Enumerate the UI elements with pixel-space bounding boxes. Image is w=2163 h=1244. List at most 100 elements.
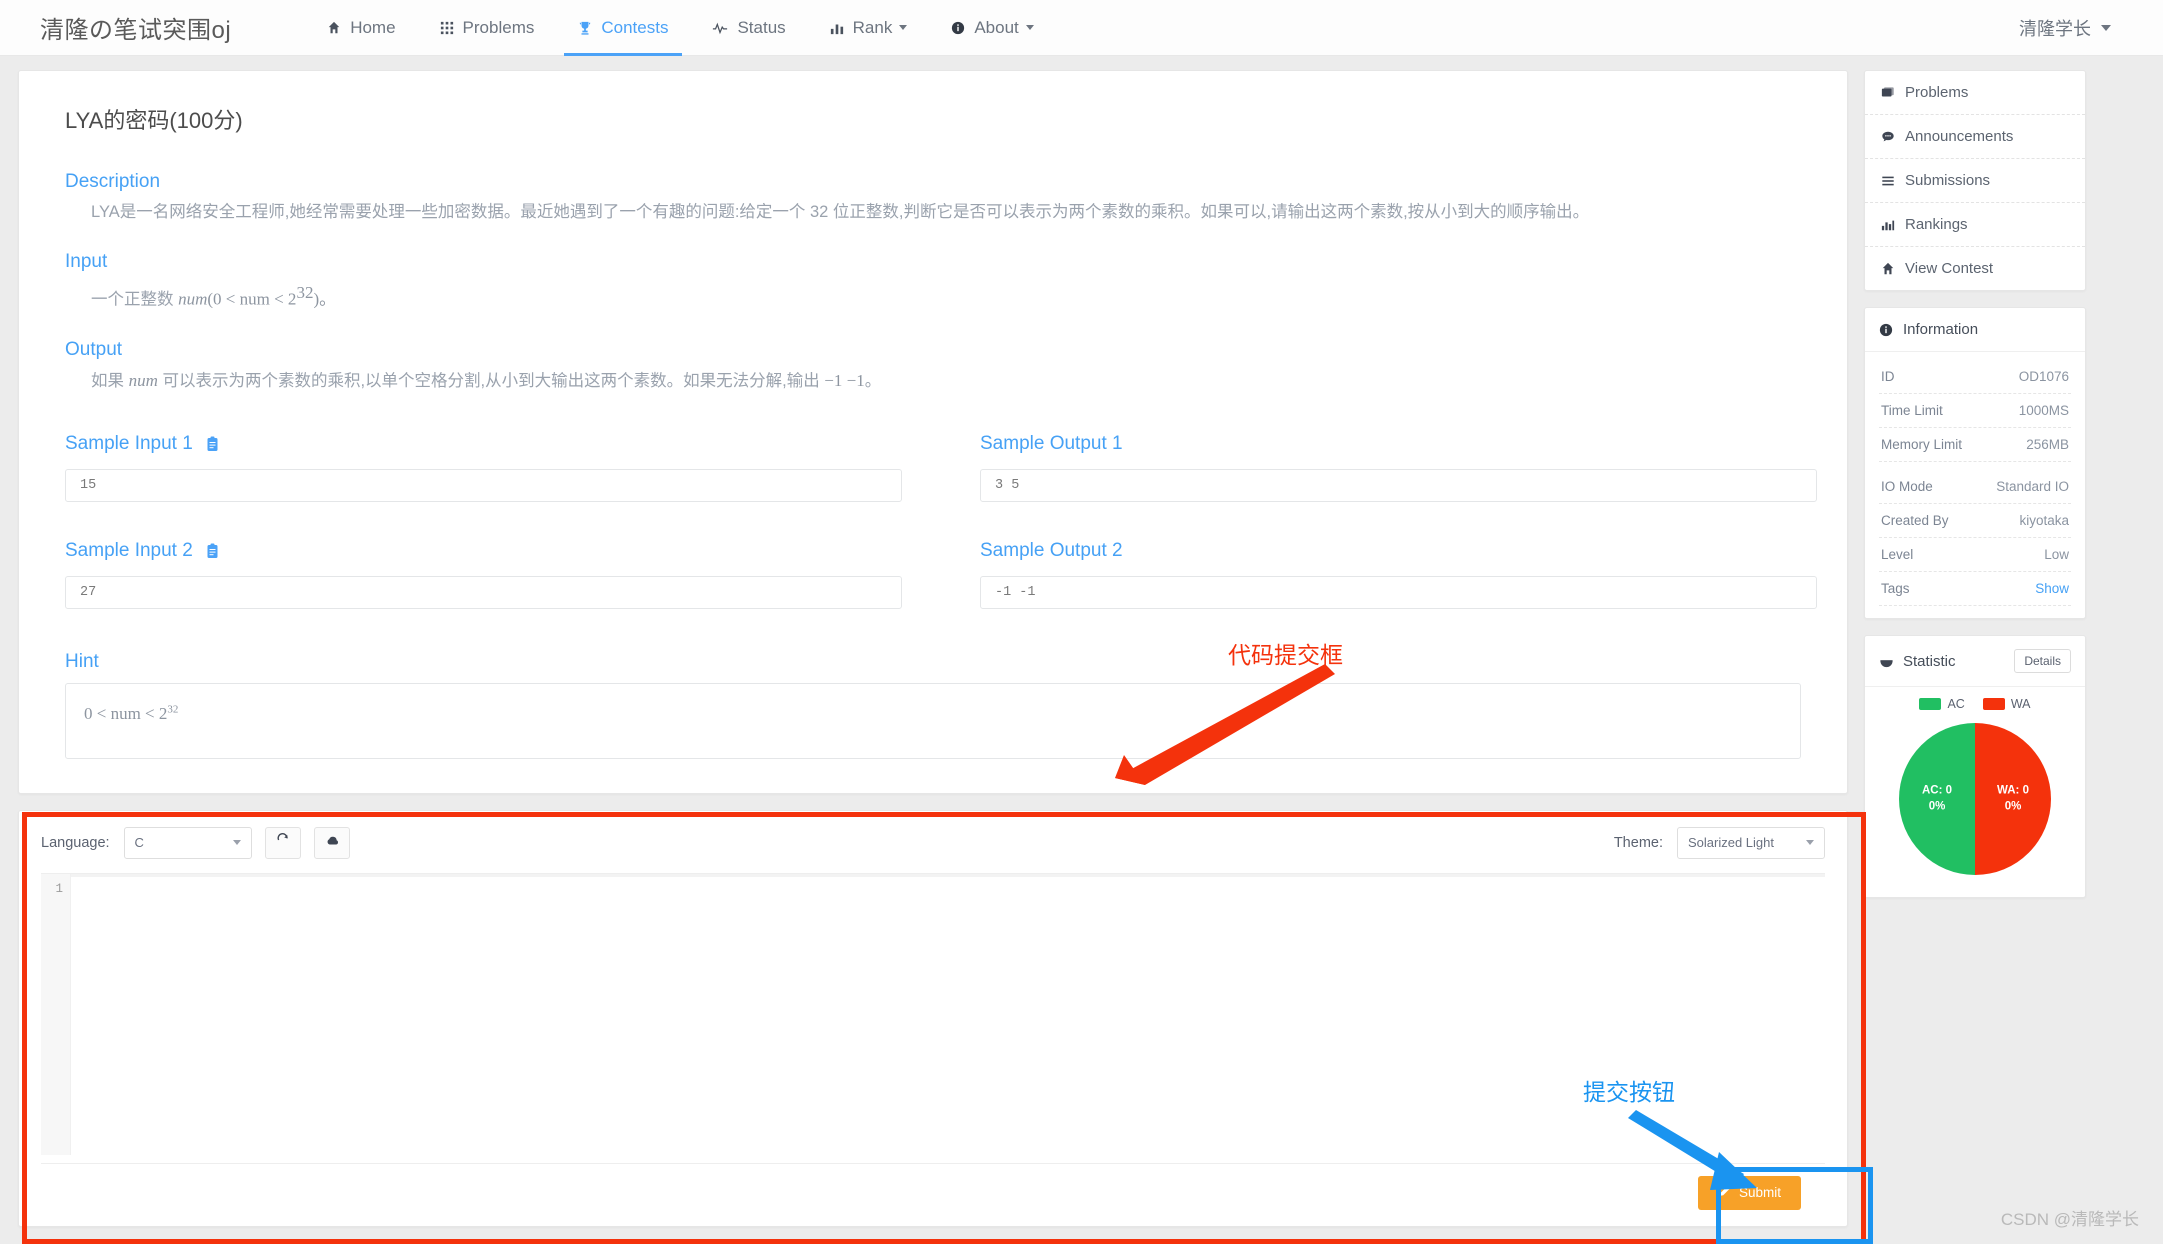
nav-item-status[interactable]: Status [690, 0, 807, 55]
nav-item-rank-label: Rank [853, 18, 893, 38]
output-text-3: 。 [865, 372, 882, 390]
sidebar-item-problems-label: Problems [1905, 84, 1968, 101]
pie-slice-label-wa: WA: 0 0% [1975, 783, 2051, 814]
pie-chart-icon [1879, 654, 1903, 669]
sample-input-1-label: Sample Input 1 [65, 433, 193, 455]
reset-code-button[interactable] [265, 827, 301, 859]
contest-nav-card: Problems Announcements Submissions Ranki… [1864, 70, 2086, 291]
nav-item-home[interactable]: Home [305, 0, 417, 55]
pie-slice-label-ac-count: AC: 0 [1899, 783, 1975, 799]
info-row-time-limit-label: Time Limit [1881, 403, 1943, 418]
sample-output-1-label-row: Sample Output 1 [980, 433, 1817, 455]
statistic-pie-chart[interactable]: AC: 0 0% WA: 0 0% [1899, 723, 2051, 875]
sidebar-item-submissions-label: Submissions [1905, 172, 1990, 189]
chevron-down-icon [899, 25, 907, 30]
site-brand[interactable]: 清隆の笔试突围oj [40, 10, 231, 45]
user-menu-label: 清隆学长 [2019, 15, 2091, 41]
info-row-io-mode-label: IO Mode [1881, 479, 1933, 494]
nav-item-rank[interactable]: Rank [808, 0, 930, 55]
trophy-icon [578, 21, 592, 35]
annotation-arrow-red [1110, 660, 1340, 790]
info-row-time-limit: Time Limit 1000MS [1879, 394, 2071, 428]
page-body: LYA的密码(100分) Description LYA是一名网络安全工程师,她… [0, 56, 2163, 1227]
nav-item-about[interactable]: About [929, 0, 1055, 55]
sidebar-item-submissions[interactable]: Submissions [1865, 159, 2085, 203]
description-heading: Description [65, 171, 1817, 193]
upload-code-button[interactable] [314, 827, 350, 859]
output-math-tail: −1 −1 [824, 371, 864, 390]
comment-icon [1881, 130, 1905, 144]
output-text: 如果 num 可以表示为两个素数的乘积,以单个空格分割,从小到大输出这两个素数。… [91, 367, 1817, 394]
sidebar-item-rankings-label: Rankings [1905, 216, 1968, 233]
page-title: LYA的密码(100分) [65, 103, 1817, 135]
cloud-upload-icon [324, 834, 340, 852]
info-row-created-by-value: kiyotaka [2019, 513, 2069, 528]
list-icon [1881, 174, 1905, 188]
info-divider [1879, 462, 2071, 470]
chevron-down-icon [2101, 25, 2111, 31]
sample-output-1-value: 3 5 [980, 469, 1817, 502]
info-icon [1879, 323, 1903, 337]
top-navbar: 清隆の笔试突围oj Home Problems Contests [0, 0, 2163, 56]
sidebar-item-view-contest[interactable]: View Contest [1865, 247, 2085, 290]
information-heading-row: Information [1865, 308, 2085, 352]
sample-output-1-label-wrap: Sample Output 1 [964, 421, 1817, 469]
home-icon [1881, 262, 1905, 276]
problem-card: LYA的密码(100分) Description LYA是一名网络安全工程师,她… [18, 70, 1848, 794]
sidebar-item-announcements[interactable]: Announcements [1865, 115, 2085, 159]
statistic-details-button[interactable]: Details [2014, 649, 2071, 673]
hint-heading: Hint [65, 651, 1817, 673]
language-select[interactable]: C [124, 827, 252, 859]
info-row-tags: Tags Show [1879, 572, 2071, 606]
line-number-gutter: 1 [41, 874, 71, 1155]
input-text-prefix: 一个正整数 [91, 291, 178, 309]
nav-item-problems[interactable]: Problems [418, 0, 557, 55]
nav-item-status-label: Status [737, 18, 785, 38]
theme-label: Theme: [1614, 835, 1663, 851]
nav-item-problems-label: Problems [463, 18, 535, 38]
nav-item-contests-label: Contests [601, 18, 668, 38]
samples-grid: Sample Input 1 Sample Output 1 15 3 5 [49, 421, 1817, 635]
hint-math-exponent: 32 [167, 704, 178, 716]
copy-icon[interactable] [205, 436, 220, 452]
info-row-tags-label: Tags [1881, 581, 1910, 596]
legend-item-wa[interactable]: WA [1983, 697, 2031, 711]
legend-label-ac: AC [1947, 697, 1964, 711]
user-menu[interactable]: 清隆学长 [2019, 15, 2133, 41]
hint-math-text: 0 < num < 2 [84, 704, 167, 723]
theme-select[interactable]: Solarized Light [1677, 827, 1825, 859]
sample-output-2-label: Sample Output 2 [980, 540, 1123, 562]
output-text-2: 可以表示为两个素数的乘积,以单个空格分割,从小到大输出这两个素数。如果无法分解,… [158, 372, 824, 390]
sample-input-1-value: 15 [65, 469, 902, 502]
input-math-tail: )。 [313, 290, 336, 309]
code-editor[interactable]: 1 [41, 873, 1825, 1155]
layers-icon [1881, 86, 1905, 100]
information-card: Information ID OD1076 Time Limit 1000MS … [1864, 307, 2086, 619]
code-input-surface[interactable] [71, 874, 1825, 1155]
nav-item-home-label: Home [350, 18, 395, 38]
sidebar: Problems Announcements Submissions Ranki… [1864, 70, 2086, 914]
annotation-label-submit-button: 提交按钮 [1583, 1073, 1675, 1107]
nav-item-contests[interactable]: Contests [556, 0, 690, 55]
sample-input-2-label-wrap: Sample Input 2 [49, 528, 902, 576]
sidebar-item-problems[interactable]: Problems [1865, 71, 2085, 115]
sample-input-2-value: 27 [65, 576, 902, 609]
hint-box: 0 < num < 232 [65, 683, 1801, 759]
info-icon [951, 21, 965, 35]
bar-chart-icon [830, 21, 844, 35]
pulse-icon [712, 21, 728, 35]
sample-input-2-label-row: Sample Input 2 [65, 540, 902, 562]
info-row-memory-limit-label: Memory Limit [1881, 437, 1962, 452]
info-row-memory-limit-value: 256MB [2026, 437, 2069, 452]
sample-input-1-label-row: Sample Input 1 [65, 433, 902, 455]
line-number: 1 [41, 882, 63, 896]
copy-icon[interactable] [205, 543, 220, 559]
info-row-memory-limit: Memory Limit 256MB [1879, 428, 2071, 462]
legend-item-ac[interactable]: AC [1919, 697, 1964, 711]
show-tags-link[interactable]: Show [2035, 581, 2069, 596]
info-row-level-value: Low [2044, 547, 2069, 562]
grid-icon [440, 21, 454, 35]
home-icon [327, 21, 341, 35]
sidebar-item-view-contest-label: View Contest [1905, 260, 1993, 277]
sidebar-item-rankings[interactable]: Rankings [1865, 203, 2085, 247]
